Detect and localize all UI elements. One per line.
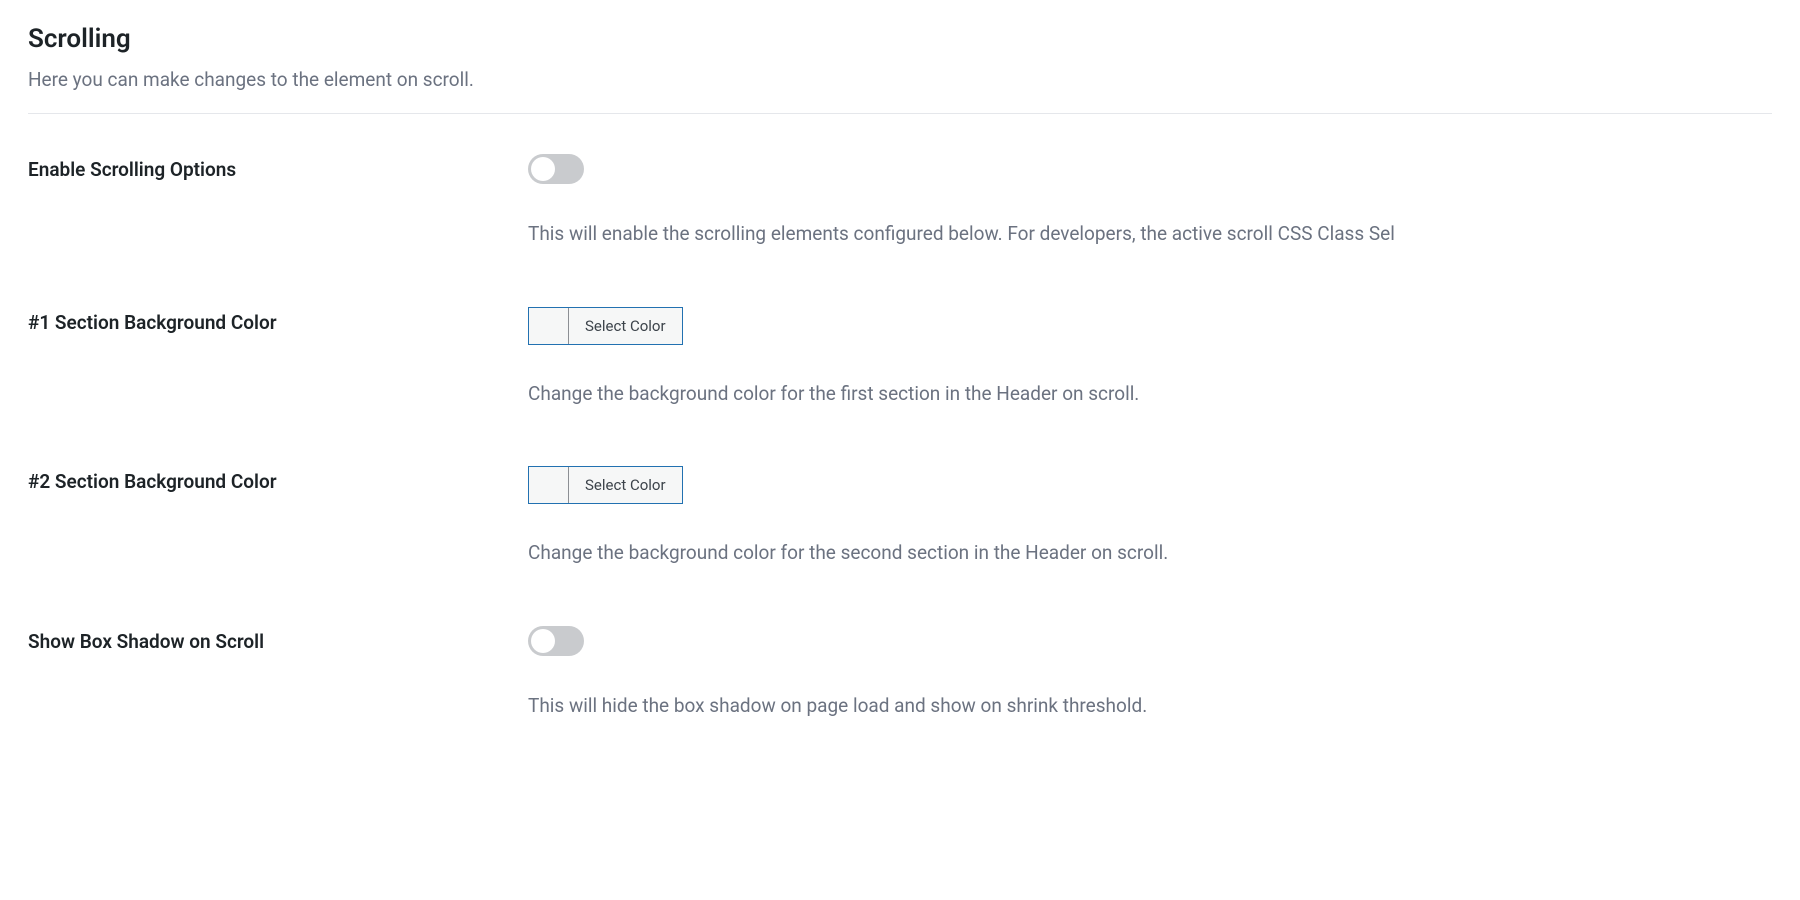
enable-scrolling-label: Enable Scrolling Options bbox=[28, 154, 528, 181]
toggle-knob bbox=[531, 157, 555, 181]
field-enable-scrolling-options: Enable Scrolling Options This will enabl… bbox=[28, 154, 1772, 249]
enable-scrolling-help: This will enable the scrolling elements … bbox=[528, 220, 1772, 249]
enable-scrolling-toggle[interactable] bbox=[528, 154, 584, 184]
box-shadow-help: This will hide the box shadow on page lo… bbox=[528, 692, 1772, 721]
select-color-label: Select Color bbox=[569, 467, 682, 503]
section-2-bg-label: #2 Section Background Color bbox=[28, 466, 528, 493]
box-shadow-toggle[interactable] bbox=[528, 626, 584, 656]
color-swatch bbox=[529, 467, 569, 503]
select-color-label: Select Color bbox=[569, 308, 682, 344]
section-subtitle: Here you can make changes to the element… bbox=[28, 68, 1772, 91]
section-title: Scrolling bbox=[28, 24, 1772, 54]
field-show-box-shadow: Show Box Shadow on Scroll This will hide… bbox=[28, 626, 1772, 721]
color-swatch bbox=[529, 308, 569, 344]
section-1-color-picker[interactable]: Select Color bbox=[528, 307, 683, 345]
box-shadow-label: Show Box Shadow on Scroll bbox=[28, 626, 528, 653]
field-section-2-bg-color: #2 Section Background Color Select Color… bbox=[28, 466, 1772, 568]
section-2-bg-help: Change the background color for the seco… bbox=[528, 539, 1772, 568]
section-1-bg-help: Change the background color for the firs… bbox=[528, 380, 1772, 409]
section-2-color-picker[interactable]: Select Color bbox=[528, 466, 683, 504]
toggle-knob bbox=[531, 629, 555, 653]
section-1-bg-label: #1 Section Background Color bbox=[28, 307, 528, 334]
field-section-1-bg-color: #1 Section Background Color Select Color… bbox=[28, 307, 1772, 409]
section-divider bbox=[28, 113, 1772, 114]
